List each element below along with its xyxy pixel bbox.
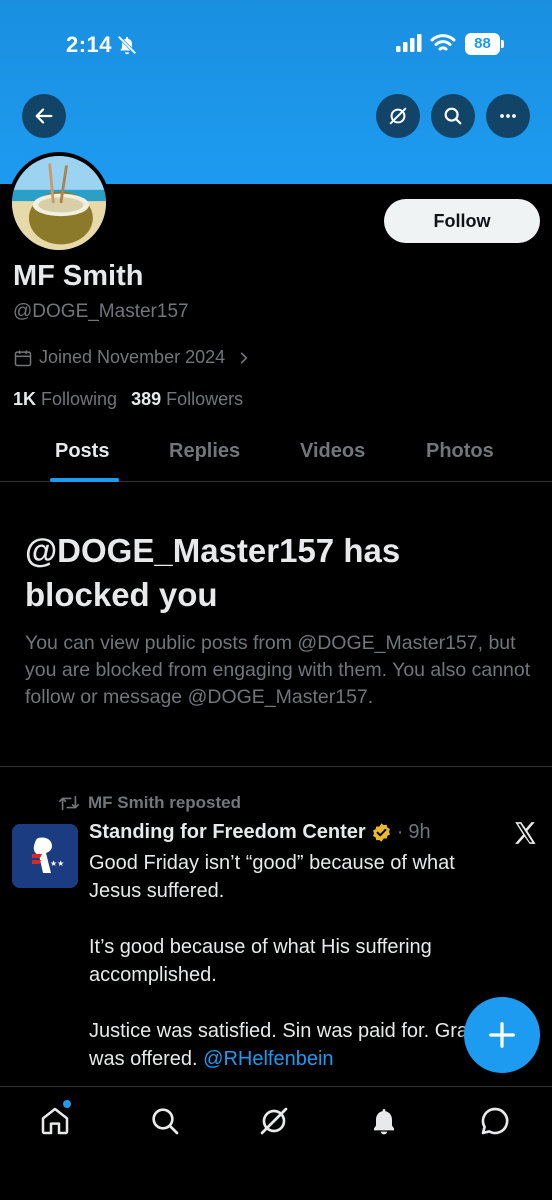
status-time: 2:14 <box>66 32 113 57</box>
following-count-link[interactable]: 1K Following <box>13 389 117 410</box>
blocked-title: @DOGE_Master157 has blocked you <box>25 532 401 613</box>
active-tab-indicator <box>50 478 119 482</box>
back-button[interactable] <box>22 94 66 138</box>
avatar-image <box>12 156 106 250</box>
post-author-avatar[interactable]: ★★ <box>12 824 78 888</box>
explore-search-icon <box>152 1108 179 1135</box>
tab-replies[interactable]: Replies <box>169 440 240 463</box>
battery-indicator: 88 <box>465 33 505 55</box>
home-notification-dot <box>63 1100 71 1108</box>
repost-icon <box>59 795 79 811</box>
followers-count: 389 <box>131 389 162 409</box>
joined-label: Joined November 2024 <box>39 347 226 367</box>
divider <box>0 766 552 767</box>
tab-posts[interactable]: Posts <box>55 440 109 463</box>
bottom-nav <box>0 1086 552 1200</box>
tab-videos[interactable]: Videos <box>300 440 365 463</box>
profile-handle: @DOGE_Master157 <box>13 301 189 322</box>
search-button[interactable] <box>431 94 475 138</box>
post-author-name[interactable]: Standing for Freedom Center <box>89 821 366 844</box>
blocked-description: You can view public posts from @DOGE_Mas… <box>25 632 531 708</box>
wifi-icon <box>430 34 456 51</box>
more-button[interactable] <box>486 94 530 138</box>
nav-notifications[interactable] <box>368 1105 400 1137</box>
repost-label: MF Smith reposted <box>88 793 242 812</box>
joined-date[interactable]: Joined November 2024 <box>13 347 251 368</box>
post-author-logo: ★★ <box>12 824 78 888</box>
follow-button[interactable]: Follow <box>384 199 540 243</box>
post-header: Standing for Freedom Center · 9h <box>89 821 431 844</box>
nav-explore[interactable] <box>149 1105 181 1137</box>
profile-tabs: Posts Replies Videos Photos <box>0 424 552 482</box>
display-name: MF Smith <box>13 260 144 292</box>
nav-home[interactable] <box>39 1105 71 1137</box>
calendar-icon <box>14 350 32 366</box>
svg-text:★★: ★★ <box>50 859 64 868</box>
back-arrow-icon <box>35 108 53 124</box>
repost-indicator: MF Smith reposted <box>58 793 241 813</box>
post-mention[interactable]: @RHelfenbein <box>203 1048 333 1070</box>
following-label: Following <box>41 389 118 409</box>
grok-nav-icon <box>260 1107 288 1135</box>
grok-button[interactable] <box>376 94 420 138</box>
follow-counts: 1K Following 389 Followers <box>13 389 257 410</box>
post-paragraph: Justice was satisfied. Sin was paid for.… <box>89 1017 509 1073</box>
messages-icon <box>481 1107 509 1135</box>
tab-photos[interactable]: Photos <box>426 440 494 463</box>
post-paragraph: Good Friday isn’t “good” because of what… <box>89 852 455 902</box>
battery-level: 88 <box>465 33 500 55</box>
signal-icon <box>396 34 422 52</box>
compose-button[interactable] <box>464 997 540 1073</box>
compose-plus-icon <box>489 1022 515 1048</box>
post-separator: · <box>396 821 404 843</box>
x-logo-icon <box>515 822 536 844</box>
more-icon <box>500 114 516 118</box>
chevron-right-icon <box>240 352 248 363</box>
notifications-icon <box>374 1109 394 1135</box>
post-time: 9h <box>408 821 431 843</box>
home-icon <box>41 1107 69 1135</box>
following-count: 1K <box>13 389 37 409</box>
nav-messages[interactable] <box>479 1105 511 1137</box>
followers-count-link[interactable]: 389 Followers <box>131 389 243 410</box>
battery-tip <box>501 40 504 48</box>
bell-off-icon <box>117 35 137 55</box>
nav-grok[interactable] <box>258 1105 290 1137</box>
post-paragraph: It’s good because of what His suffering … <box>89 936 432 986</box>
grok-icon <box>389 107 407 125</box>
avatar[interactable] <box>8 152 110 254</box>
post-body[interactable]: Good Friday isn’t “good” because of what… <box>89 849 509 1101</box>
status-bar: 2:14 88 <box>0 0 552 90</box>
followers-label: Followers <box>166 389 244 409</box>
verified-badge-icon <box>372 823 390 842</box>
search-icon <box>444 107 462 125</box>
